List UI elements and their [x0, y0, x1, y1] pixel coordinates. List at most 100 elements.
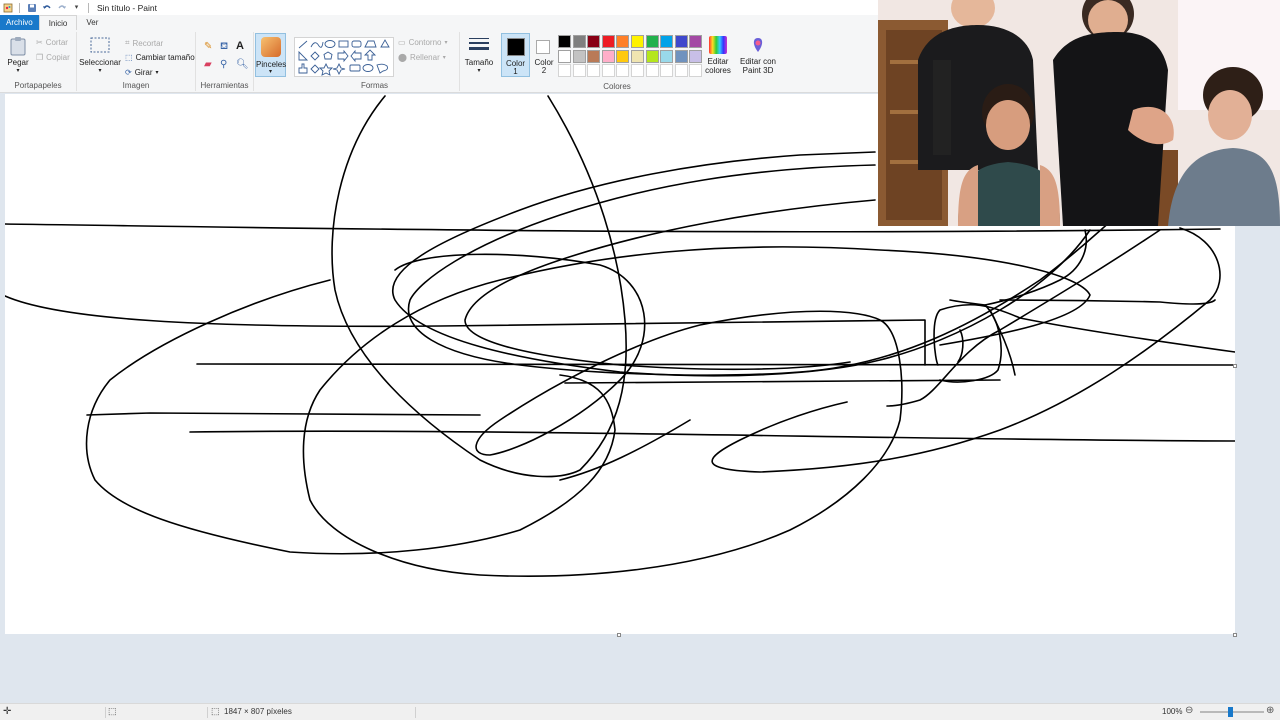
color-wheel-icon	[709, 36, 727, 54]
palette-swatch[interactable]	[660, 49, 674, 63]
palette-swatch[interactable]	[558, 49, 571, 63]
palette-swatch[interactable]	[645, 35, 659, 48]
webcam-overlay	[878, 0, 1280, 226]
clipboard-group-label: Portapapeles	[14, 81, 62, 90]
palette-swatch[interactable]	[601, 49, 615, 63]
rotate-button[interactable]: ⟳ Girar ▾	[125, 68, 159, 77]
stroke-small-2	[999, 299, 1216, 305]
image-size-icon: ⬚	[211, 706, 220, 716]
fill-bucket-icon[interactable]: ⛾	[220, 41, 228, 54]
scissors-icon: ✂	[36, 38, 43, 47]
color1-button[interactable]: Color 1	[501, 33, 530, 77]
cut-button[interactable]: ✂ Cortar	[36, 38, 68, 47]
resize-handle-corner[interactable]	[1233, 633, 1237, 637]
shapes-gallery[interactable]	[294, 37, 394, 77]
palette-empty-swatch[interactable]	[631, 64, 644, 77]
palette-empty-swatch[interactable]	[587, 64, 601, 77]
fill-label: Rellenar	[409, 53, 440, 62]
palette-swatch[interactable]	[572, 35, 586, 48]
palette-swatch[interactable]	[572, 49, 586, 63]
color-picker-icon[interactable]: ⚲	[220, 59, 227, 70]
palette-empty-swatch[interactable]	[572, 64, 586, 77]
edit-colors-label: Editar colores	[705, 57, 731, 75]
eraser-icon[interactable]: ▰	[204, 59, 212, 70]
crop-icon: ⌗	[125, 38, 130, 47]
palette-swatch[interactable]	[601, 35, 615, 48]
palette-swatch[interactable]	[558, 35, 571, 48]
color2-number: 2	[541, 66, 547, 75]
resize-handle-bottom[interactable]	[617, 633, 621, 637]
chevron-down-icon: ▾	[16, 68, 20, 74]
tab-view[interactable]: Ver	[77, 15, 107, 30]
palette-swatch[interactable]	[587, 35, 601, 48]
palette-swatch[interactable]	[689, 35, 703, 48]
undo-icon[interactable]	[41, 2, 52, 13]
chevron-down-icon: ▾	[268, 69, 272, 75]
customize-toolbar-icon[interactable]: ▾	[71, 2, 82, 13]
paint-app-icon[interactable]	[2, 2, 13, 13]
fill-button[interactable]: ⬤ Rellenar ▾	[398, 53, 446, 62]
paint3d-button[interactable]: Editar con Paint 3D	[738, 36, 778, 75]
palette-swatch[interactable]	[660, 35, 674, 48]
size-button[interactable]: Tamaño ▾	[463, 36, 495, 76]
pencil-icon[interactable]: ✎	[204, 41, 212, 52]
shapes-group: ▭ Contorno ▾ ⬤ Rellenar ▾ Formas	[290, 32, 460, 91]
text-tool-icon[interactable]: A	[236, 40, 244, 52]
magnifier-icon[interactable]: 🔍︎	[236, 59, 249, 70]
save-icon[interactable]	[26, 2, 37, 13]
color-palette	[558, 35, 708, 80]
tab-file[interactable]: Archivo	[0, 15, 39, 30]
select-button[interactable]: Seleccionar ▾	[79, 36, 121, 76]
status-bar: ✛ ⬚ ⬚ 1847 × 807 píxeles 100% ⊖ ⊕	[0, 703, 1280, 720]
chevron-down-icon: ▾	[444, 40, 448, 46]
chevron-down-icon: ▾	[477, 68, 481, 74]
palette-empty-swatch[interactable]	[689, 64, 703, 77]
palette-empty-swatch[interactable]	[601, 64, 615, 77]
crop-button[interactable]: ⌗ Recortar	[125, 38, 163, 48]
resize-button[interactable]: ⬚ Cambiar tamaño	[125, 53, 195, 62]
palette-empty-swatch[interactable]	[558, 64, 571, 77]
resize-handle-right[interactable]	[1233, 364, 1237, 368]
edit-colors-button[interactable]: Editar colores	[704, 36, 732, 75]
separator	[105, 707, 106, 718]
palette-swatch[interactable]	[587, 49, 601, 63]
palette-swatch[interactable]	[616, 35, 630, 48]
palette-swatch[interactable]	[631, 49, 644, 63]
brushes-button[interactable]: Pinceles ▾	[255, 33, 286, 77]
zoom-in-icon[interactable]: ⊕	[1266, 705, 1274, 716]
size-label: Tamaño	[464, 58, 494, 67]
paint3d-icon	[753, 38, 763, 52]
fill-icon: ⬤	[398, 53, 407, 62]
clipboard-group: Pegar ▾ ✂ Cortar ❐ Copiar Portapapeles	[0, 32, 77, 91]
palette-empty-swatch[interactable]	[674, 64, 688, 77]
palette-empty-swatch[interactable]	[645, 64, 659, 77]
palette-swatch[interactable]	[631, 35, 644, 48]
colors-group-label: Colores	[603, 82, 631, 91]
selection-icon	[90, 37, 110, 53]
palette-swatch[interactable]	[689, 49, 703, 63]
resize-icon: ⬚	[125, 53, 133, 62]
palette-swatch[interactable]	[674, 49, 688, 63]
outline-button[interactable]: ▭ Contorno ▾	[398, 38, 448, 47]
copy-icon: ❐	[36, 53, 44, 62]
chevron-down-icon: ▾	[442, 55, 446, 61]
stroke-right-3	[933, 303, 1235, 366]
separator	[88, 2, 89, 13]
palette-empty-swatch[interactable]	[660, 64, 674, 77]
stroke-line-5	[564, 379, 1001, 384]
palette-swatch[interactable]	[645, 49, 659, 63]
palette-swatch[interactable]	[616, 49, 630, 63]
zoom-out-icon[interactable]: ⊖	[1185, 705, 1193, 716]
tab-home[interactable]: Inicio	[38, 15, 78, 30]
cursor-position-icon: ✛	[3, 706, 12, 717]
palette-swatch[interactable]	[674, 35, 688, 48]
redo-icon[interactable]	[56, 2, 67, 13]
stroke-line-3	[189, 430, 1235, 442]
color2-swatch	[536, 40, 550, 54]
copy-button[interactable]: ❐ Copiar	[36, 53, 70, 62]
paste-button[interactable]: Pegar ▾	[6, 36, 30, 76]
color2-button[interactable]: Color 2	[531, 33, 557, 77]
palette-empty-swatch[interactable]	[616, 64, 630, 77]
separator	[19, 2, 20, 13]
zoom-slider-thumb[interactable]	[1228, 707, 1233, 717]
